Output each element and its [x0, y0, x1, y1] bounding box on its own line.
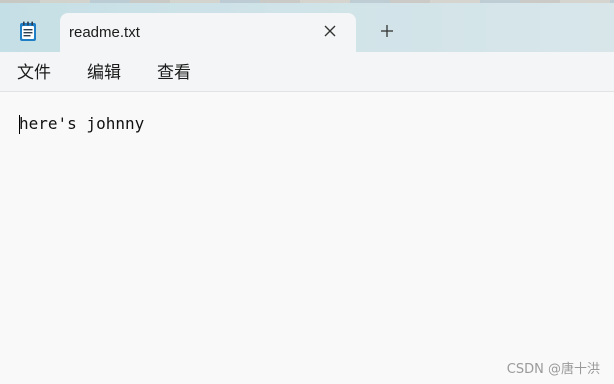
text-editor[interactable]: here's johnny	[0, 92, 614, 384]
background-strip	[0, 0, 614, 3]
notepad-icon	[20, 21, 36, 41]
watermark: CSDN @唐十洪	[506, 362, 600, 377]
menu-view[interactable]: 查看	[157, 63, 191, 83]
menu-file[interactable]: 文件	[17, 63, 51, 83]
title-bar: readme.txt	[0, 0, 614, 52]
text-caret	[19, 115, 20, 134]
tab-readme[interactable]: readme.txt	[60, 13, 356, 52]
editor-content[interactable]: here's johnny	[19, 114, 144, 134]
tab-label: readme.txt	[69, 24, 140, 41]
menu-bar: 文件 编辑 查看	[0, 52, 614, 92]
plus-icon[interactable]	[378, 22, 396, 40]
close-icon[interactable]	[322, 23, 338, 39]
menu-edit[interactable]: 编辑	[87, 63, 121, 83]
